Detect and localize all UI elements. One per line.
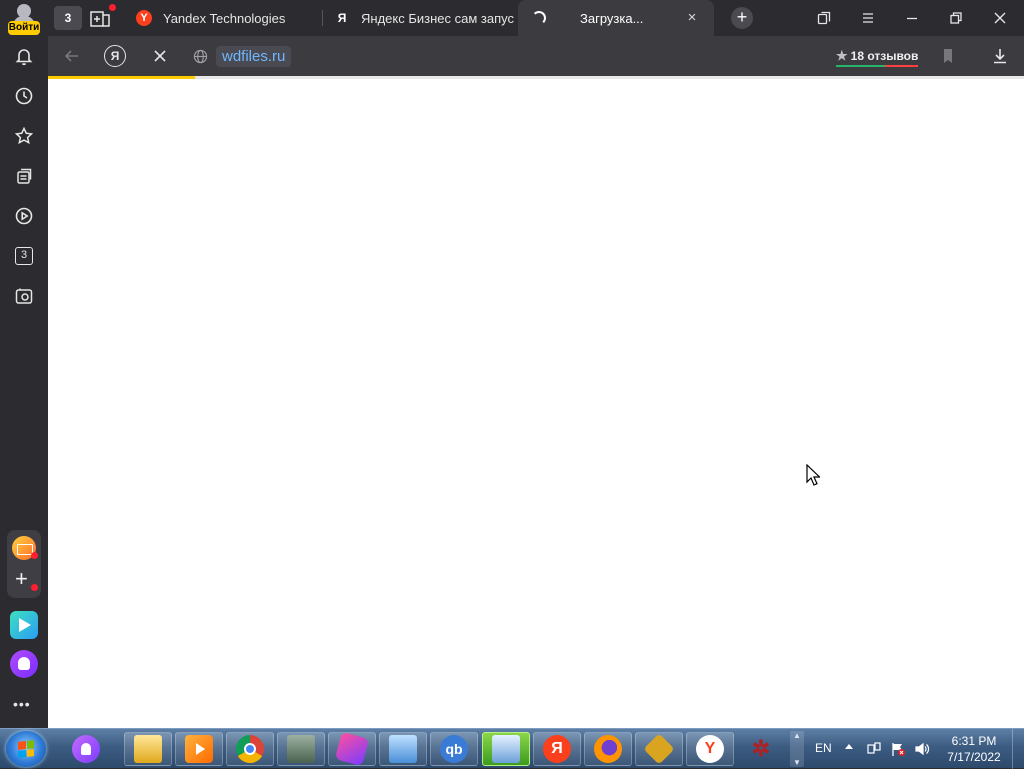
rating-bar — [836, 65, 919, 67]
network-icon — [492, 735, 520, 763]
taskbar-qbittorrent[interactable]: qb — [430, 732, 478, 766]
bookmark-icon[interactable] — [936, 44, 960, 68]
firefox-icon — [594, 735, 622, 763]
clock-date: 7/17/2022 — [947, 750, 1001, 764]
yandex-y-icon: Y — [696, 735, 724, 763]
profile-button[interactable]: Войти — [6, 4, 42, 35]
address-field[interactable]: wdfiles.ru — [188, 44, 298, 68]
taskbar-yandex[interactable]: Y — [686, 732, 734, 766]
alice-assistant-icon[interactable] — [10, 650, 38, 678]
action-center-flag-icon[interactable] — [890, 741, 906, 757]
tab-count-button[interactable]: 3 — [54, 6, 82, 30]
taskbar-file-explorer[interactable] — [124, 732, 172, 766]
file-explorer-icon — [134, 735, 162, 763]
tab-title: Yandex Technologies — [163, 10, 286, 26]
gem-icon — [334, 731, 370, 767]
language-indicator[interactable]: EN — [815, 741, 832, 755]
clock-time: 6:31 PM — [951, 734, 997, 748]
site-reviews-button[interactable]: ★ 18 отзывов — [836, 46, 919, 67]
remote-desktop-icon — [389, 735, 417, 763]
star-icon[interactable] — [12, 124, 36, 148]
network-tray-icon[interactable] — [866, 741, 882, 757]
windows-logo-icon — [18, 740, 34, 758]
page-content[interactable] — [48, 79, 1024, 728]
url-domain[interactable]: wdfiles.ru — [216, 45, 292, 67]
video-app-icon[interactable] — [10, 611, 38, 639]
video-play-icon[interactable] — [12, 204, 36, 228]
tab-strip: 3 Y Yandex Technologies Я Яндекс Бизнес … — [48, 0, 1024, 36]
taskbar-gem[interactable] — [328, 731, 376, 767]
close-tab-icon[interactable]: × — [684, 10, 700, 26]
taskbar-media-player[interactable] — [175, 732, 223, 766]
taskbar-yandex-browser[interactable]: Я — [533, 732, 581, 766]
yandex-favicon-icon: Y — [136, 10, 152, 26]
windows-taskbar: qb Я Y ✲ ▲ ▼ EN 6:31 PM 7/17/2022 — [0, 728, 1024, 769]
qbittorrent-icon: qb — [440, 735, 468, 763]
login-label[interactable]: Войти — [8, 21, 40, 35]
bell-icon[interactable] — [12, 44, 36, 68]
puzzle-icon — [643, 733, 675, 765]
collections-icon[interactable] — [12, 164, 36, 188]
show-hidden-icons-icon[interactable] — [845, 744, 853, 749]
ya-favicon-icon: Я — [337, 11, 347, 25]
back-arrow-icon[interactable] — [60, 44, 84, 68]
minimize-icon[interactable] — [900, 6, 924, 30]
reviews-label: 18 отзывов — [850, 49, 919, 63]
star-icon: ★ — [836, 48, 848, 63]
taskbar-firefox[interactable] — [584, 732, 632, 766]
tab-yandex-technologies[interactable]: Y Yandex Technologies — [128, 0, 320, 36]
stop-loading-icon[interactable] — [148, 44, 172, 68]
globe-icon — [188, 44, 212, 68]
menu-icon[interactable] — [856, 6, 880, 30]
start-button[interactable] — [6, 731, 46, 767]
yandex-home-button[interactable]: Я — [104, 45, 126, 67]
add-tab-button[interactable]: + — [731, 7, 753, 29]
loading-spinner-icon — [532, 11, 546, 25]
sidebar-apps-group: + — [7, 530, 41, 598]
tab-loading-active[interactable]: Загрузка... × — [518, 0, 714, 36]
taskbar-fan[interactable]: ✲ — [737, 732, 785, 766]
notification-dot — [109, 4, 116, 11]
close-window-icon[interactable] — [988, 6, 1012, 30]
more-icon[interactable]: ••• — [13, 696, 31, 712]
tab-divider — [322, 10, 323, 26]
address-toolbar: Я wdfiles.ru ★ 18 отзывов — [48, 36, 1024, 76]
taskbar-network[interactable] — [482, 732, 530, 766]
left-sidebar: Войти 3 + ••• — [0, 0, 48, 728]
new-tab-group-icon[interactable] — [88, 4, 116, 30]
taskbar-chrome[interactable] — [226, 732, 274, 766]
system-clock[interactable]: 6:31 PM 7/17/2022 — [942, 733, 1006, 765]
taskbar-remote-desktop[interactable] — [379, 732, 427, 766]
taskbar-device-manager[interactable] — [277, 732, 325, 766]
fan-icon: ✲ — [751, 736, 771, 761]
tabs-count-icon[interactable]: 3 — [12, 244, 36, 268]
taskbar-scroll-button[interactable]: ▲ ▼ — [790, 731, 804, 767]
taskbar-alice[interactable] — [62, 732, 110, 766]
restore-icon[interactable] — [944, 6, 968, 30]
tab-manager-icon[interactable] — [812, 6, 836, 30]
tab-title: Яндекс Бизнес сам запус — [361, 10, 514, 26]
mouse-cursor-icon — [806, 464, 820, 486]
yandex-browser-icon: Я — [543, 735, 571, 763]
volume-icon[interactable] — [914, 741, 930, 757]
mail-notification-dot — [31, 552, 38, 559]
media-player-icon — [185, 735, 213, 763]
sidebar-badge: 3 — [15, 247, 33, 265]
tab-yandex-business[interactable]: Я Яндекс Бизнес сам запус — [326, 0, 516, 36]
chrome-icon — [236, 735, 264, 763]
device-manager-icon — [287, 735, 315, 763]
history-clock-icon[interactable] — [12, 84, 36, 108]
tab-count-label: 3 — [64, 11, 72, 25]
download-icon[interactable] — [988, 44, 1012, 68]
add-app-icon[interactable]: + — [15, 568, 28, 590]
add-notification-dot — [31, 584, 38, 591]
show-desktop-button[interactable] — [1012, 729, 1024, 769]
alice-icon — [72, 735, 100, 763]
tab-title: Загрузка... — [580, 10, 644, 26]
screenshot-camera-icon[interactable] — [12, 284, 36, 308]
taskbar-puzzle[interactable] — [635, 732, 683, 766]
